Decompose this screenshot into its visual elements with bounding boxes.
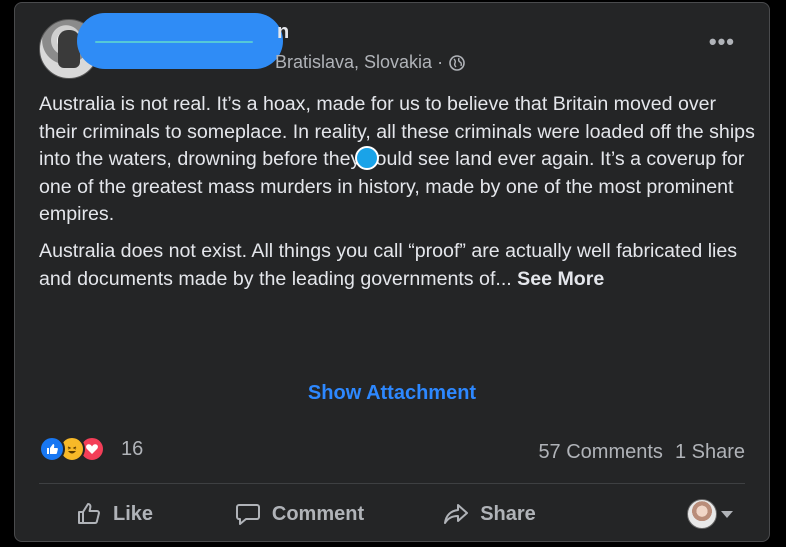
- post-paragraph-1: Australia is not real. It’s a hoax, made…: [39, 93, 755, 226]
- share-count-link[interactable]: 1 Share: [675, 441, 745, 464]
- show-attachment-link[interactable]: Show Attachment: [15, 382, 769, 405]
- reaction-count: 16: [121, 437, 144, 460]
- touch-cursor: [355, 146, 379, 170]
- location-text: Bratislava, Slovakia ·: [275, 52, 444, 72]
- comment-button[interactable]: Comment: [199, 495, 399, 533]
- see-more-link[interactable]: See More: [517, 268, 604, 290]
- post-paragraph-2: Australia does not exist. All things you…: [39, 238, 759, 293]
- reaction-summary[interactable]: 16: [39, 436, 143, 462]
- action-bar: Like Comment Share: [39, 495, 745, 533]
- post-body: Australia is not real. It’s a hoax, made…: [39, 91, 759, 302]
- globe-icon[interactable]: [449, 54, 465, 71]
- like-button[interactable]: Like: [39, 495, 189, 533]
- user-avatar: [687, 499, 717, 529]
- like-icon: [39, 436, 65, 462]
- comment-label: Comment: [271, 502, 365, 525]
- post-paragraph-2-text: Australia does not exist. All things you…: [39, 239, 738, 290]
- post-location: Bratislava, Slovakia ·: [275, 52, 465, 73]
- more-options-icon[interactable]: •••: [709, 31, 735, 53]
- author-name[interactable]: n: [277, 21, 289, 44]
- chevron-down-icon: [721, 510, 733, 518]
- like-label: Like: [112, 502, 154, 525]
- comment-bubble-icon: [235, 504, 260, 525]
- comment-count-link[interactable]: 57 Comments: [538, 441, 663, 464]
- thumbs-up-icon: [77, 503, 100, 524]
- reaction-profile-selector[interactable]: [687, 495, 733, 533]
- action-divider: [39, 483, 745, 484]
- share-arrow-icon: [444, 504, 469, 524]
- engagement-stats: 57 Comments 1 Share: [538, 441, 745, 464]
- share-button[interactable]: Share: [409, 495, 569, 533]
- share-label: Share: [480, 502, 536, 525]
- post-card: n Bratislava, Slovakia · ••• Australia i…: [14, 2, 770, 542]
- redaction-stroke: [95, 41, 253, 43]
